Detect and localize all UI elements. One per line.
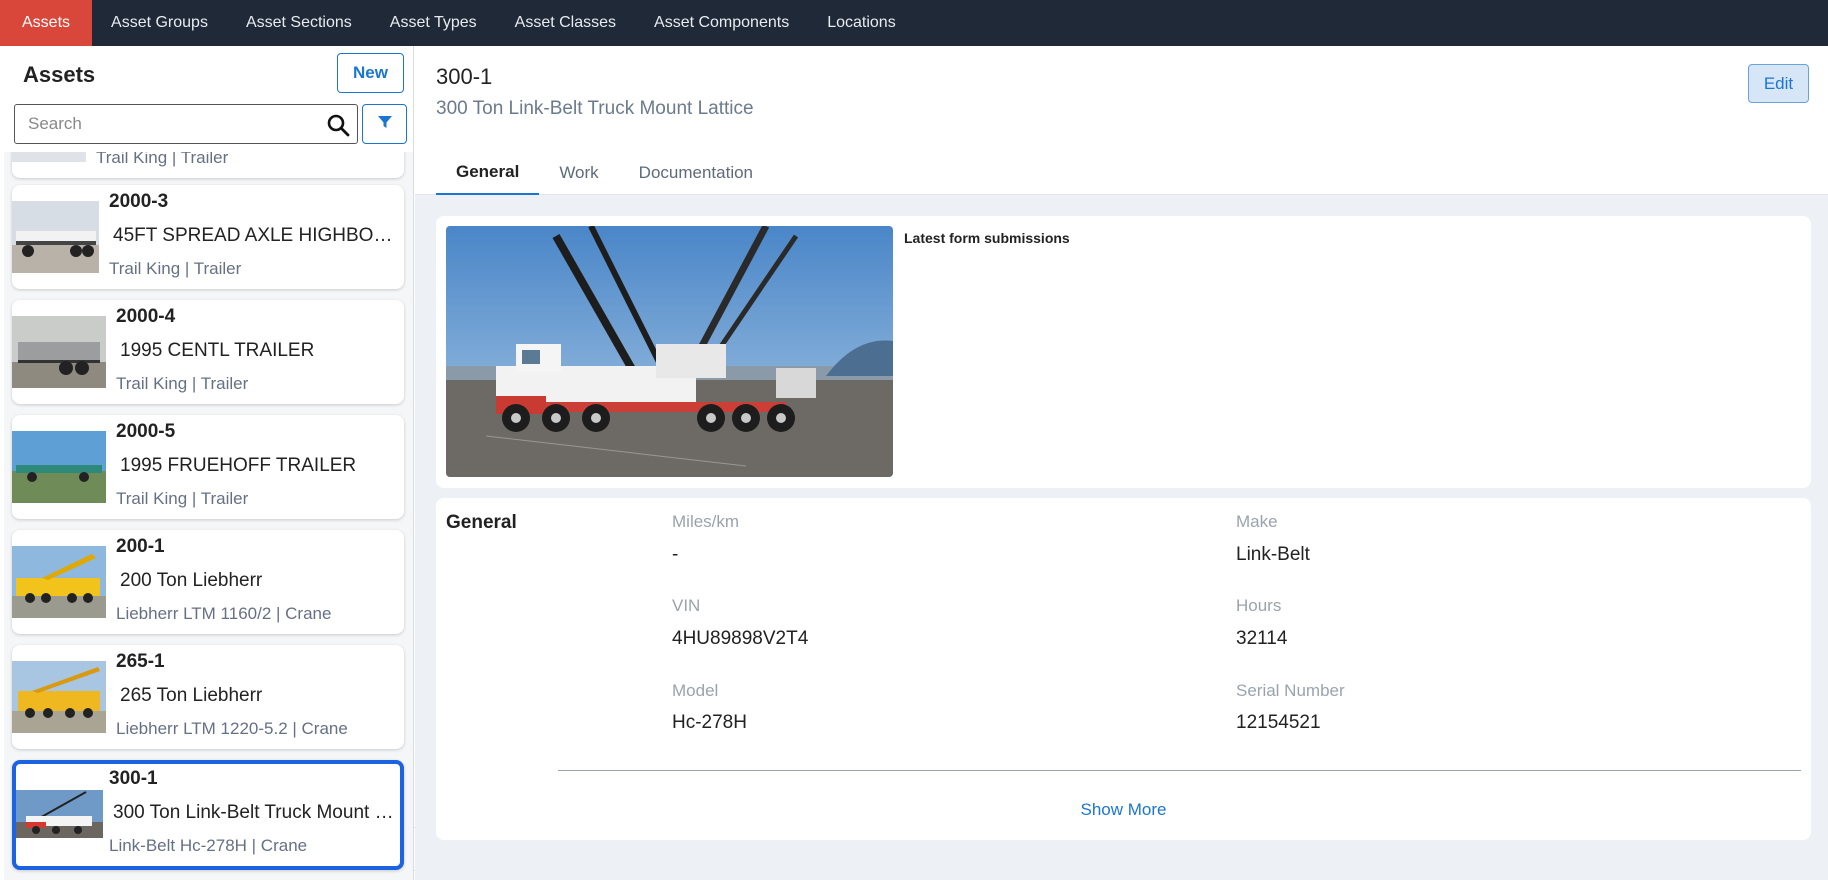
asset-card[interactable]: 2000-3 45FT SPREAD AXLE HIGHBOY TRAILER … [12,185,404,289]
asset-thumbnail [12,661,106,733]
nav-tab-assets[interactable]: Assets [0,0,93,46]
show-more-link[interactable]: Show More [436,800,1811,820]
nav-tab-asset-groups[interactable]: Asset Groups [92,0,227,46]
asset-name: 45FT SPREAD AXLE HIGHBOY TRAILER [113,225,397,246]
asset-id: 300-1 [109,768,158,789]
field-label-model: Model [672,681,719,700]
page-title: 300-1 [436,64,493,89]
latest-form-submissions-title: Latest form submissions [904,230,1070,246]
field-value-make: Link-Belt [1236,544,1310,565]
tab-work[interactable]: Work [539,150,618,195]
asset-name: 200 Ton Liebherr [120,570,263,591]
field-value-serial-number: 12154521 [1236,712,1321,733]
asset-sidebar: Trail King | Trailer 2000-3 45FT SPREAD … [4,46,414,880]
field-value-miles: - [672,544,679,565]
divider [558,770,1801,771]
general-section-title: General [446,512,517,533]
nav-tab-asset-components[interactable]: Asset Components [635,0,808,46]
field-label-vin: VIN [672,596,701,615]
asset-list[interactable]: Trail King | Trailer 2000-3 45FT SPREAD … [4,74,413,880]
tab-documentation[interactable]: Documentation [619,150,773,195]
field-label-hours: Hours [1236,596,1282,615]
asset-card[interactable]: 2000-5 1995 FRUEHOFF TRAILER Trail King … [12,415,404,519]
sidebar-header: Assets New [4,46,413,152]
edit-button[interactable]: Edit [1748,64,1809,103]
general-info-card: General Miles/km - Make Link-Belt VIN 4H… [436,498,1811,840]
field-label-miles: Miles/km [672,512,740,531]
asset-name: 265 Ton Liebherr [120,685,263,706]
nav-tab-asset-sections[interactable]: Asset Sections [227,0,371,46]
asset-meta: Link-Belt Hc-278H | Crane [109,836,308,855]
asset-meta: Liebherr LTM 1160/2 | Crane [116,604,332,623]
asset-meta: Trail King | Trailer [109,259,242,278]
search-box [14,104,358,144]
field-value-vin: 4HU89898V2T4 [672,628,809,649]
asset-thumbnail [12,316,106,388]
field-value-hours: 32114 [1236,628,1288,649]
field-value-model: Hc-278H [672,712,747,733]
field-label-make: Make [1236,512,1278,531]
asset-meta: Liebherr LTM 1220-5.2 | Crane [116,719,348,738]
field-label-serial-number: Serial Number [1236,681,1345,700]
asset-card[interactable]: 200-1 200 Ton Liebherr Liebherr LTM 1160… [12,530,404,634]
nav-tab-asset-types[interactable]: Asset Types [371,0,496,46]
search-icon[interactable] [326,113,350,137]
new-asset-button[interactable]: New [337,53,404,93]
nav-tab-locations[interactable]: Locations [808,0,915,46]
asset-meta: Trail King | Trailer [116,489,249,508]
asset-card-selected[interactable]: 300-1 300 Ton Link-Belt Truck Mount Latt… [12,760,404,870]
asset-name: 1995 CENTL TRAILER [120,340,315,361]
page-subtitle: 300 Ton Link-Belt Truck Mount Lattice [436,98,754,119]
search-input[interactable] [15,105,315,143]
sidebar-title: Assets [23,62,96,87]
asset-card[interactable]: 2000-4 1995 CENTL TRAILER Trail King | T… [12,300,404,404]
asset-id: 2000-5 [116,421,176,442]
photo-card: Latest form submissions [436,216,1811,488]
asset-id: 265-1 [116,651,165,672]
asset-id: 200-1 [116,536,165,557]
filter-button[interactable] [362,104,407,144]
asset-thumbnail [12,431,106,503]
asset-thumbnail [16,790,103,838]
filter-icon [377,114,393,135]
detail-tabs: General Work Documentation [436,150,773,195]
asset-thumbnail [12,546,106,618]
asset-thumbnail [12,201,99,273]
top-navigation: Assets Asset Groups Asset Sections Asset… [0,0,1828,46]
asset-photo[interactable] [446,226,893,477]
tab-general[interactable]: General [436,150,540,195]
asset-name: 300 Ton Link-Belt Truck Mount Lattice [113,802,398,823]
asset-meta: Trail King | Trailer [116,374,249,393]
asset-id: 2000-3 [109,191,169,212]
asset-name: 1995 FRUEHOFF TRAILER [120,455,357,476]
asset-card[interactable]: 265-1 265 Ton Liebherr Liebherr LTM 1220… [12,645,404,749]
nav-tab-asset-classes[interactable]: Asset Classes [496,0,635,46]
asset-detail-panel: 300-1 300 Ton Link-Belt Truck Mount Latt… [415,46,1828,880]
asset-detail-header: 300-1 300 Ton Link-Belt Truck Mount Latt… [415,46,1828,195]
asset-id: 2000-4 [116,306,176,327]
